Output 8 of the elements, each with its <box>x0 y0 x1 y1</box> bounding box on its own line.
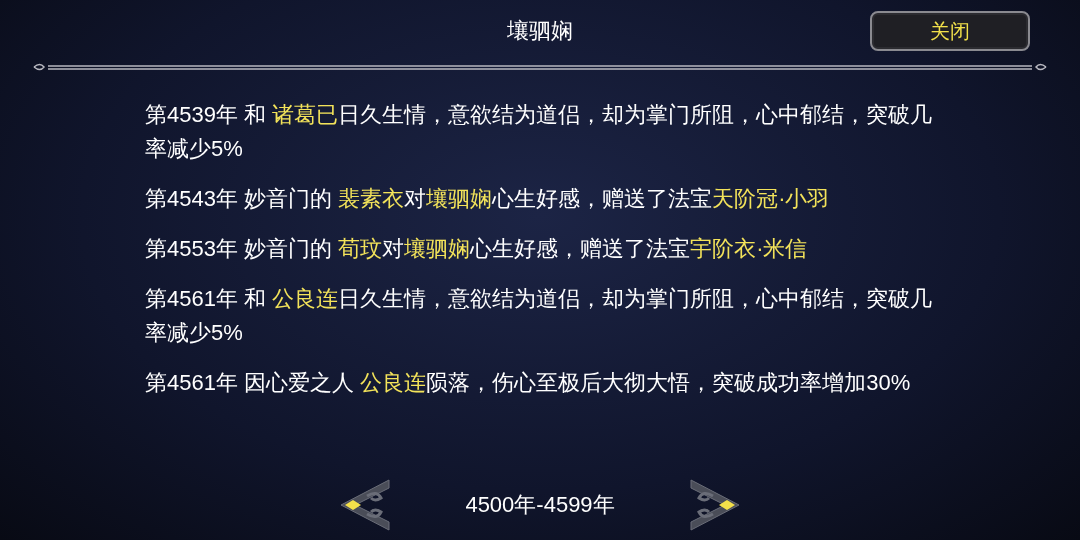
event-entry: 第4543年 妙音门的 裴素衣对壤驷娴心生好感，赠送了法宝天阶冠·小羽 <box>145 185 831 213</box>
window-title: 壤驷娴 <box>507 17 573 45</box>
close-button[interactable]: 关闭 <box>870 11 1030 51</box>
event-entry: 第4539年 和 诸葛已日久生情，意欲结为道侣，却为掌门所阻，心中郁结，突破几率减少5% <box>145 101 934 163</box>
year-range: 4500年-4599年 <box>465 491 615 519</box>
event-entry: 第4553年 妙音门的 荀玟对壤驷娴心生好感，赠送了法宝宇阶衣·米信 <box>145 235 809 263</box>
event-entry: 第4561年 因心爱之人 公良连陨落，伤心至极后大彻大悟，突破成功率增加30% <box>145 369 912 397</box>
event-entry: 第4561年 和 公良连日久生情，意欲结为道侣，却为掌门所阻，心中郁结，突破几率减少5% <box>145 285 934 347</box>
